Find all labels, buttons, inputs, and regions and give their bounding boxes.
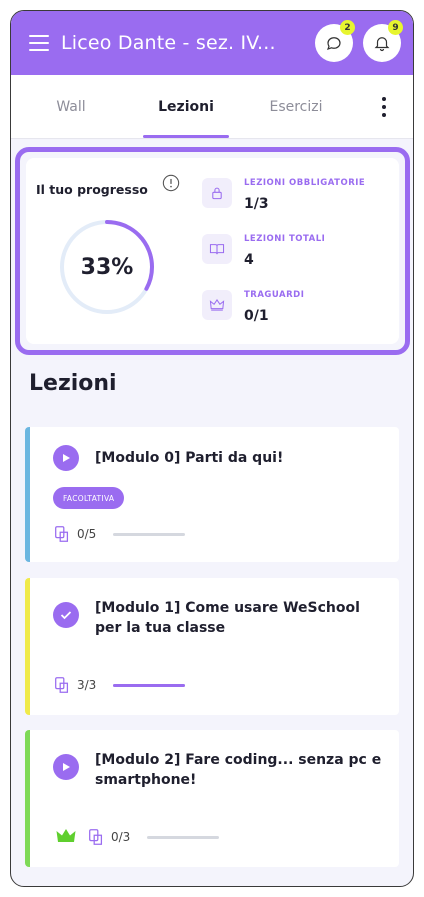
lesson-count: 0/5 <box>77 527 97 541</box>
lesson-color-strip <box>25 427 30 562</box>
lesson-color-strip <box>25 730 30 867</box>
optional-tag: FACOLTATIVA <box>53 487 125 509</box>
play-icon[interactable] <box>53 445 79 471</box>
chat-button[interactable]: 2 <box>315 20 355 62</box>
exercises-icon <box>55 526 69 542</box>
more-options-icon[interactable] <box>381 96 387 117</box>
stat-value: 0/1 <box>244 308 269 324</box>
lesson-progress-bar <box>147 836 219 839</box>
lesson-progress-bar <box>113 533 185 536</box>
tab-esercizi[interactable]: Esercizi <box>241 75 351 138</box>
lock-icon <box>202 178 232 208</box>
hamburger-menu-icon[interactable] <box>29 35 49 51</box>
crown-icon <box>202 290 232 320</box>
notifications-count-badge: 9 <box>388 20 403 35</box>
stat-total-lessons: LEZIONI TOTALI 4 <box>202 234 402 280</box>
notifications-button[interactable]: 9 <box>363 20 403 62</box>
progress-percent: 33% <box>80 254 134 280</box>
info-icon[interactable] <box>162 174 180 192</box>
chat-count-badge: 2 <box>340 20 355 35</box>
crown-icon <box>56 829 76 842</box>
lesson-count: 3/3 <box>77 678 97 692</box>
lesson-card[interactable]: [Modulo 0] Parti da qui! FACOLTATIVA 0/5 <box>25 427 399 562</box>
lesson-title: [Modulo 2] Fare coding... senza pc e sma… <box>95 752 382 788</box>
lesson-card[interactable]: [Modulo 1] Come usare WeSchool per la tu… <box>25 578 399 715</box>
stat-label: LEZIONI TOTALI <box>244 234 326 244</box>
stat-mandatory-lessons: LEZIONI OBBLIGATORIE 1/3 <box>202 178 402 224</box>
progress-title: Il tuo progresso <box>36 182 148 197</box>
bell-icon <box>374 37 390 52</box>
lesson-progress-fill <box>113 684 185 687</box>
lesson-card[interactable]: [Modulo 2] Fare coding... senza pc e sma… <box>25 730 399 867</box>
stat-label: TRAGUARDI <box>244 290 305 300</box>
play-icon[interactable] <box>53 754 79 780</box>
app-screen: Liceo Dante - sez. IV... 2 9 Wall Lezion… <box>10 10 414 887</box>
exercises-icon <box>89 829 103 845</box>
book-icon <box>202 234 232 264</box>
stat-milestones: TRAGUARDI 0/1 <box>202 290 402 336</box>
tab-bar: Wall Lezioni Esercizi <box>11 75 413 139</box>
stat-value: 4 <box>244 252 254 268</box>
top-app-bar: Liceo Dante - sez. IV... 2 9 <box>11 11 413 75</box>
progress-card-highlight: Il tuo progresso 33% LEZIONI OBBLIGATORI… <box>15 147 410 355</box>
tab-lezioni[interactable]: Lezioni <box>131 75 241 138</box>
stat-label: LEZIONI OBBLIGATORIE <box>244 178 366 188</box>
chat-bubble-icon <box>327 37 341 50</box>
lesson-title: [Modulo 1] Come usare WeSchool per la tu… <box>95 600 360 636</box>
exercises-icon <box>55 677 69 693</box>
stat-value: 1/3 <box>244 196 269 212</box>
lesson-progress-bar <box>113 684 185 687</box>
lesson-title: [Modulo 0] Parti da qui! <box>95 450 284 466</box>
progress-card: Il tuo progresso 33% LEZIONI OBBLIGATORI… <box>26 158 399 344</box>
tab-wall[interactable]: Wall <box>11 75 131 138</box>
group-title[interactable]: Liceo Dante - sez. IV... <box>61 32 305 54</box>
lessons-heading: Lezioni <box>29 371 117 396</box>
lesson-count: 0/3 <box>111 830 131 844</box>
lesson-color-strip <box>25 578 30 715</box>
check-icon[interactable] <box>53 602 79 628</box>
